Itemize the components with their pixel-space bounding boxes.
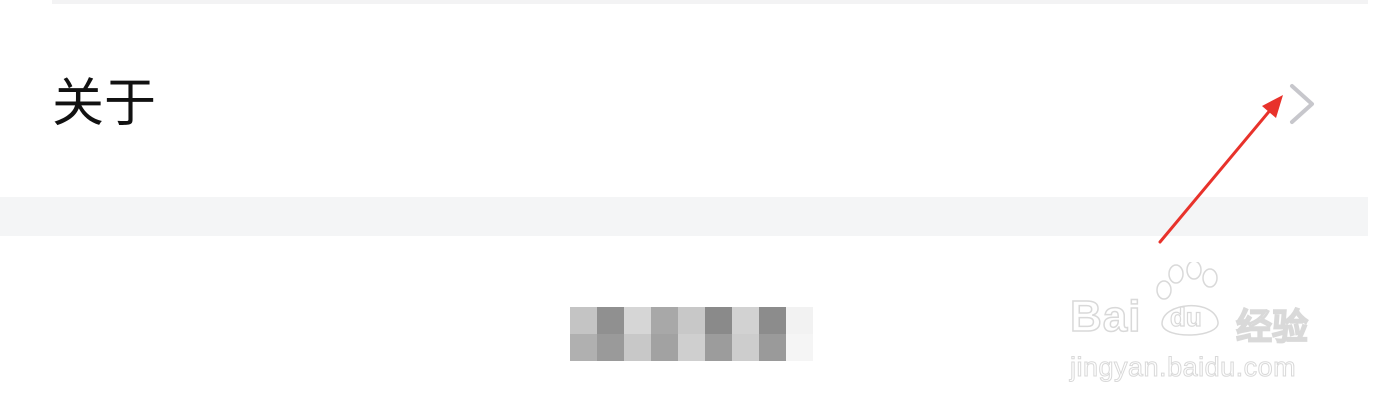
- pixel-block: [651, 307, 678, 334]
- about-label: 关于: [52, 74, 157, 134]
- pixel-block: [651, 334, 678, 361]
- pixel-block: [678, 307, 705, 334]
- pixel-block: [624, 307, 651, 334]
- watermark-du-text: du: [1169, 301, 1202, 332]
- watermark-logo-text: Bai: [1069, 291, 1142, 342]
- pixel-block: [597, 334, 624, 361]
- pixel-block: [786, 307, 813, 334]
- settings-row-about[interactable]: 关于: [0, 4, 1368, 197]
- pixel-block: [732, 307, 759, 334]
- baidu-jingyan-watermark: Bai du 经验 jingyan.baidu.com: [1069, 262, 1330, 392]
- blurred-version-text: [570, 307, 813, 361]
- pixel-block: [570, 334, 597, 361]
- section-gap: [0, 197, 1368, 236]
- chevron-right-icon: [1290, 84, 1314, 124]
- pixel-block: [678, 334, 705, 361]
- pixel-block: [705, 307, 732, 334]
- pixel-block: [759, 334, 786, 361]
- pixel-block: [624, 334, 651, 361]
- pixel-block: [786, 334, 813, 361]
- pixel-block: [732, 334, 759, 361]
- watermark-jingyan-text: 经验: [1235, 306, 1309, 349]
- watermark-url: jingyan.baidu.com: [1069, 352, 1297, 383]
- pixel-block: [759, 307, 786, 334]
- settings-page: 关于 Bai du 经验 jingyan.baidu.com: [0, 0, 1397, 414]
- pixel-block: [570, 307, 597, 334]
- pixel-block: [705, 334, 732, 361]
- pixel-block: [597, 307, 624, 334]
